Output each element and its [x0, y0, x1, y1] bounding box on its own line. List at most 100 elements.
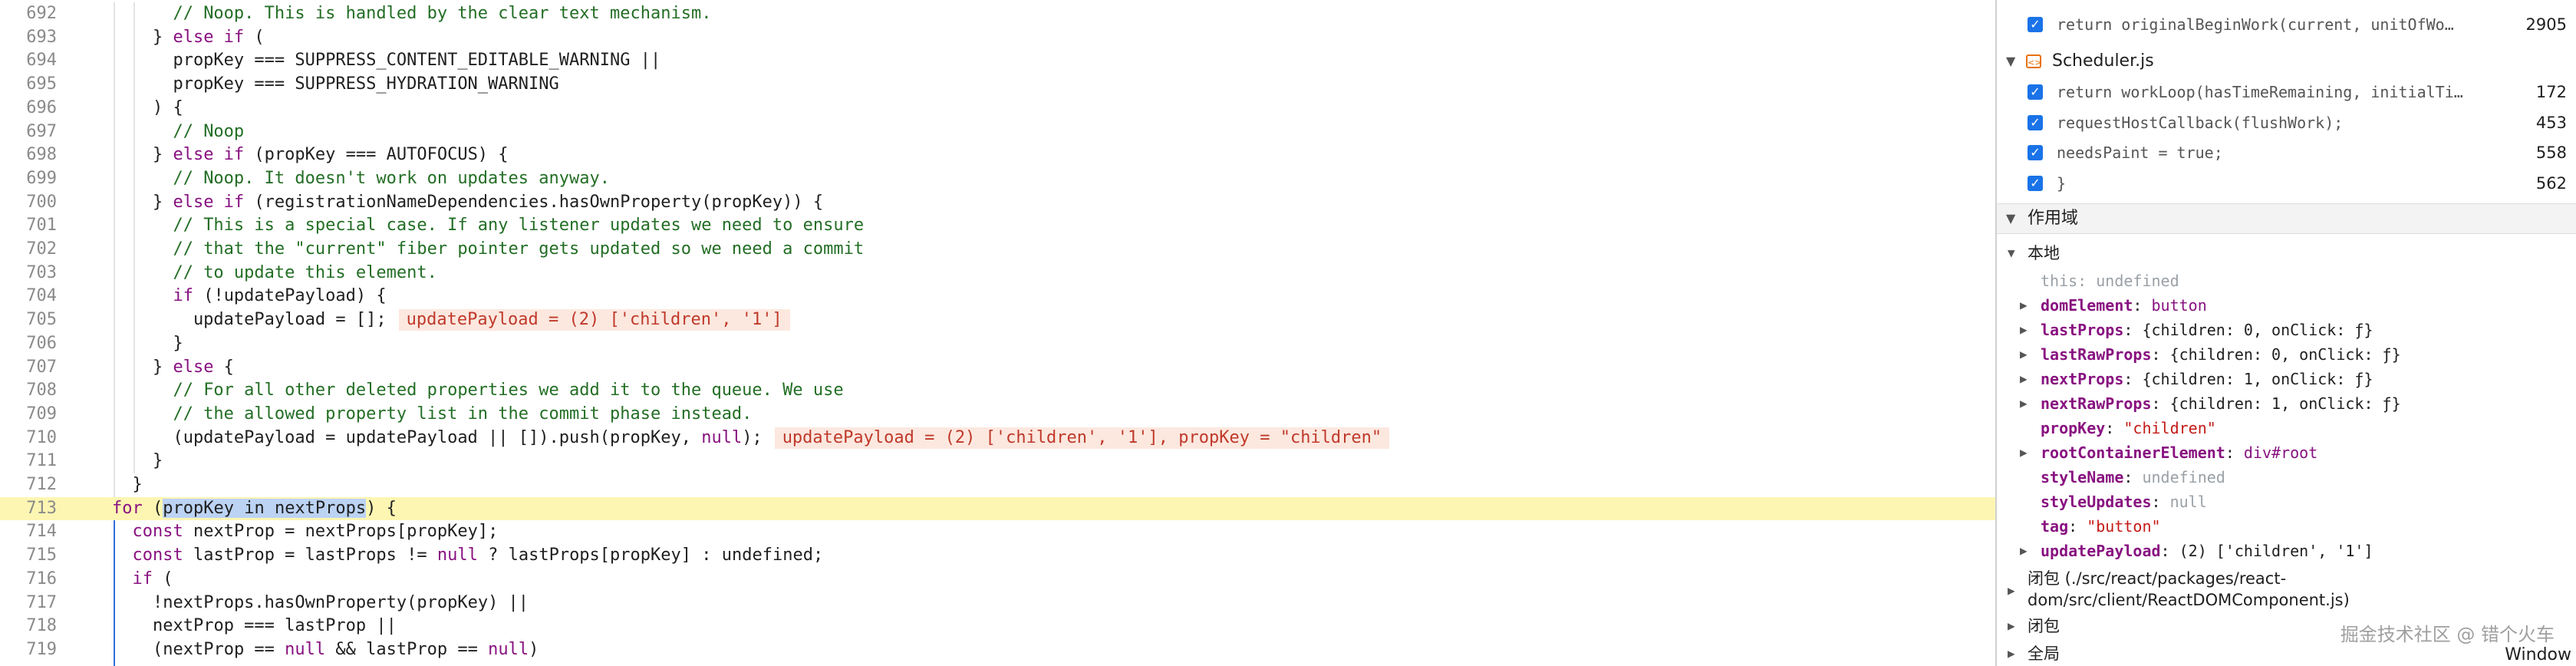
code-text: } else if (propKey === AUTOFOCUS) { — [132, 143, 509, 167]
code-line[interactable]: 719 (nextProp == null && lastProp == nul… — [0, 638, 1995, 662]
scope-variable-rootContainerElement[interactable]: ▶ rootContainerElement: div#root — [1997, 440, 2576, 465]
scope-variable-nextProps[interactable]: ▶ nextProps: {children: 1, onClick: ƒ} — [1997, 367, 2576, 391]
code-line[interactable]: 708 // For all other deleted properties … — [0, 379, 1995, 403]
code-line[interactable]: 718 nextProp === lastProp || — [0, 615, 1995, 638]
code-line[interactable]: 711 } — [0, 450, 1995, 473]
code-line[interactable]: 705 updatePayload = []; updatePayload = (… — [0, 308, 1995, 332]
line-number[interactable]: 695 — [0, 73, 57, 97]
breakpoint-item[interactable]: ✓ needsPaint = true; 558 — [1997, 138, 2576, 167]
chevron-right-icon[interactable]: ▶ — [2020, 391, 2028, 416]
line-number[interactable]: 705 — [0, 308, 57, 332]
chevron-right-icon[interactable]: ▶ — [2008, 614, 2015, 638]
line-number[interactable]: 700 — [0, 191, 57, 215]
code-line[interactable]: 696 ) { — [0, 97, 1995, 120]
line-number[interactable]: 699 — [0, 167, 57, 191]
line-number[interactable]: 707 — [0, 356, 57, 380]
line-number[interactable]: 715 — [0, 544, 57, 568]
code-line[interactable]: 701 // This is a special case. If any li… — [0, 214, 1995, 238]
scope-title: 作用域 — [2028, 209, 2079, 228]
line-number[interactable]: 696 — [0, 97, 57, 120]
line-number[interactable]: 698 — [0, 143, 57, 167]
code-line[interactable]: 702 // that the "current" fiber pointer … — [0, 238, 1995, 262]
chevron-down-icon[interactable]: ▼ — [2006, 47, 2015, 76]
code-line[interactable]: 692 // Noop. This is handled by the clea… — [0, 2, 1995, 26]
line-number[interactable]: 697 — [0, 120, 57, 144]
scope-variable-updatePayload[interactable]: ▶ updatePayload: (2) ['children', '1'] — [1997, 539, 2576, 563]
code-line[interactable]: 709 // the allowed property list in the … — [0, 403, 1995, 427]
line-number[interactable]: 693 — [0, 26, 57, 50]
scope-variable-lastProps[interactable]: ▶ lastProps: {children: 0, onClick: ƒ} — [1997, 318, 2576, 342]
breakpoint-checkbox[interactable]: ✓ — [2028, 114, 2043, 130]
line-number[interactable]: 704 — [0, 285, 57, 308]
breakpoint-item[interactable]: ✓ return workLoop(hasTimeRemaining, initi… — [1997, 77, 2576, 107]
line-number[interactable]: 708 — [0, 379, 57, 403]
chevron-right-icon[interactable]: ▶ — [2008, 641, 2015, 666]
code-line[interactable]: 717 !nextProps.hasOwnProperty(propKey) |… — [0, 592, 1995, 615]
chevron-right-icon[interactable]: ▶ — [2008, 579, 2015, 603]
closure-scope-path: dom/src/client/ReactDOMComponent.js) — [2028, 591, 2350, 609]
line-number[interactable]: 714 — [0, 520, 57, 544]
line-number[interactable]: 716 — [0, 568, 57, 592]
code-line[interactable]: 716 if ( — [0, 568, 1995, 592]
code-token: if — [132, 569, 153, 589]
line-number[interactable]: 702 — [0, 238, 57, 262]
line-number[interactable]: 713 — [0, 497, 57, 521]
chevron-right-icon[interactable]: ▶ — [2020, 318, 2028, 342]
code-editor[interactable]: 692 // Noop. This is handled by the clea… — [0, 0, 1995, 666]
code-line[interactable]: 704 if (!updatePayload) { — [0, 285, 1995, 308]
chevron-right-icon[interactable]: ▶ — [2020, 539, 2028, 563]
code-line[interactable]: 700 } else if (registrationNameDependenc… — [0, 191, 1995, 215]
line-number[interactable]: 717 — [0, 592, 57, 615]
scope-variable-lastRawProps[interactable]: ▶ lastRawProps: {children: 0, onClick: ƒ} — [1997, 342, 2576, 367]
variable-name: lastRawProps: {children: 0, onClick: ƒ} — [2041, 345, 2401, 364]
breakpoint-checkbox[interactable]: ✓ — [2028, 84, 2043, 100]
code-line[interactable]: 703 // to update this element. — [0, 262, 1995, 285]
line-number[interactable]: 692 — [0, 2, 57, 26]
scope-variable-domElement[interactable]: ▶ domElement: button — [1997, 293, 2576, 318]
code-line[interactable]: 712} — [0, 473, 1995, 497]
scope-section-header[interactable]: ▼ 作用域 — [1997, 203, 2576, 234]
code-line[interactable]: 693 } else if ( — [0, 26, 1995, 50]
chevron-down-icon[interactable]: ▼ — [2008, 241, 2015, 265]
line-number[interactable]: 718 — [0, 615, 57, 638]
code-line[interactable]: 706 } — [0, 332, 1995, 356]
breakpoint-checkbox[interactable]: ✓ — [2028, 175, 2043, 191]
code-line[interactable]: 699 // Noop. It doesn't work on updates … — [0, 167, 1995, 191]
chevron-down-icon[interactable]: ▼ — [2006, 204, 2015, 233]
code-line[interactable]: 715 const lastProp = lastProps != null ?… — [0, 544, 1995, 568]
chevron-right-icon[interactable]: ▶ — [2020, 440, 2028, 465]
code-token: ); — [742, 427, 763, 447]
line-number[interactable]: 712 — [0, 473, 57, 497]
chevron-right-icon[interactable]: ▶ — [2020, 342, 2028, 367]
line-number[interactable]: 694 — [0, 49, 57, 73]
breakpoint-item[interactable]: ✓ requestHostCallback(flushWork); 453 — [1997, 108, 2576, 137]
code-line[interactable]: 697 // Noop — [0, 120, 1995, 144]
breakpoint-file-scheduler[interactable]: ▼ <> Scheduler.js — [1997, 47, 2576, 76]
code-line[interactable]: 694 propKey === SUPPRESS_CONTENT_EDITABL… — [0, 49, 1995, 73]
chevron-right-icon[interactable]: ▶ — [2020, 367, 2028, 391]
line-number[interactable]: 709 — [0, 403, 57, 427]
breakpoint-item[interactable]: ✓} 562 — [1997, 169, 2576, 198]
line-number[interactable]: 701 — [0, 214, 57, 238]
paused-code-line[interactable]: 713 for (propKey in nextProps) { — [0, 496, 1995, 521]
code-line[interactable]: 714 const nextProp = nextProps[propKey]; — [0, 520, 1995, 544]
line-number[interactable]: 719 — [0, 638, 57, 662]
code-token: ( — [153, 569, 173, 589]
code-line[interactable]: 710 (updatePayload = updatePayload || []… — [0, 427, 1995, 450]
closure-scope-toggle[interactable]: ▶ 闭包 (./src/react/packages/react- dom/sr… — [1997, 568, 2576, 614]
local-scope-toggle[interactable]: ▼ 本地 — [1997, 241, 2576, 265]
breakpoint-item[interactable]: ✓ return originalBeginWork(current, unit… — [1997, 10, 2576, 39]
line-number[interactable]: 710 — [0, 427, 57, 450]
variable-name: nextRawProps: {children: 1, onClick: ƒ} — [2041, 394, 2401, 413]
breakpoint-checkbox[interactable]: ✓ — [2028, 145, 2043, 160]
line-number[interactable]: 706 — [0, 332, 57, 356]
line-number[interactable]: 711 — [0, 450, 57, 473]
breakpoint-checkbox[interactable]: ✓ — [2028, 17, 2043, 32]
code-line[interactable]: 695 propKey === SUPPRESS_HYDRATION_WARNI… — [0, 73, 1995, 97]
line-number[interactable]: 703 — [0, 262, 57, 285]
code-line[interactable]: 698 } else if (propKey === AUTOFOCUS) { — [0, 143, 1995, 167]
code-line[interactable]: 707 } else { — [0, 356, 1995, 380]
chevron-right-icon[interactable]: ▶ — [2020, 293, 2028, 318]
scope-variable-nextRawProps[interactable]: ▶ nextRawProps: {children: 1, onClick: ƒ} — [1997, 391, 2576, 416]
